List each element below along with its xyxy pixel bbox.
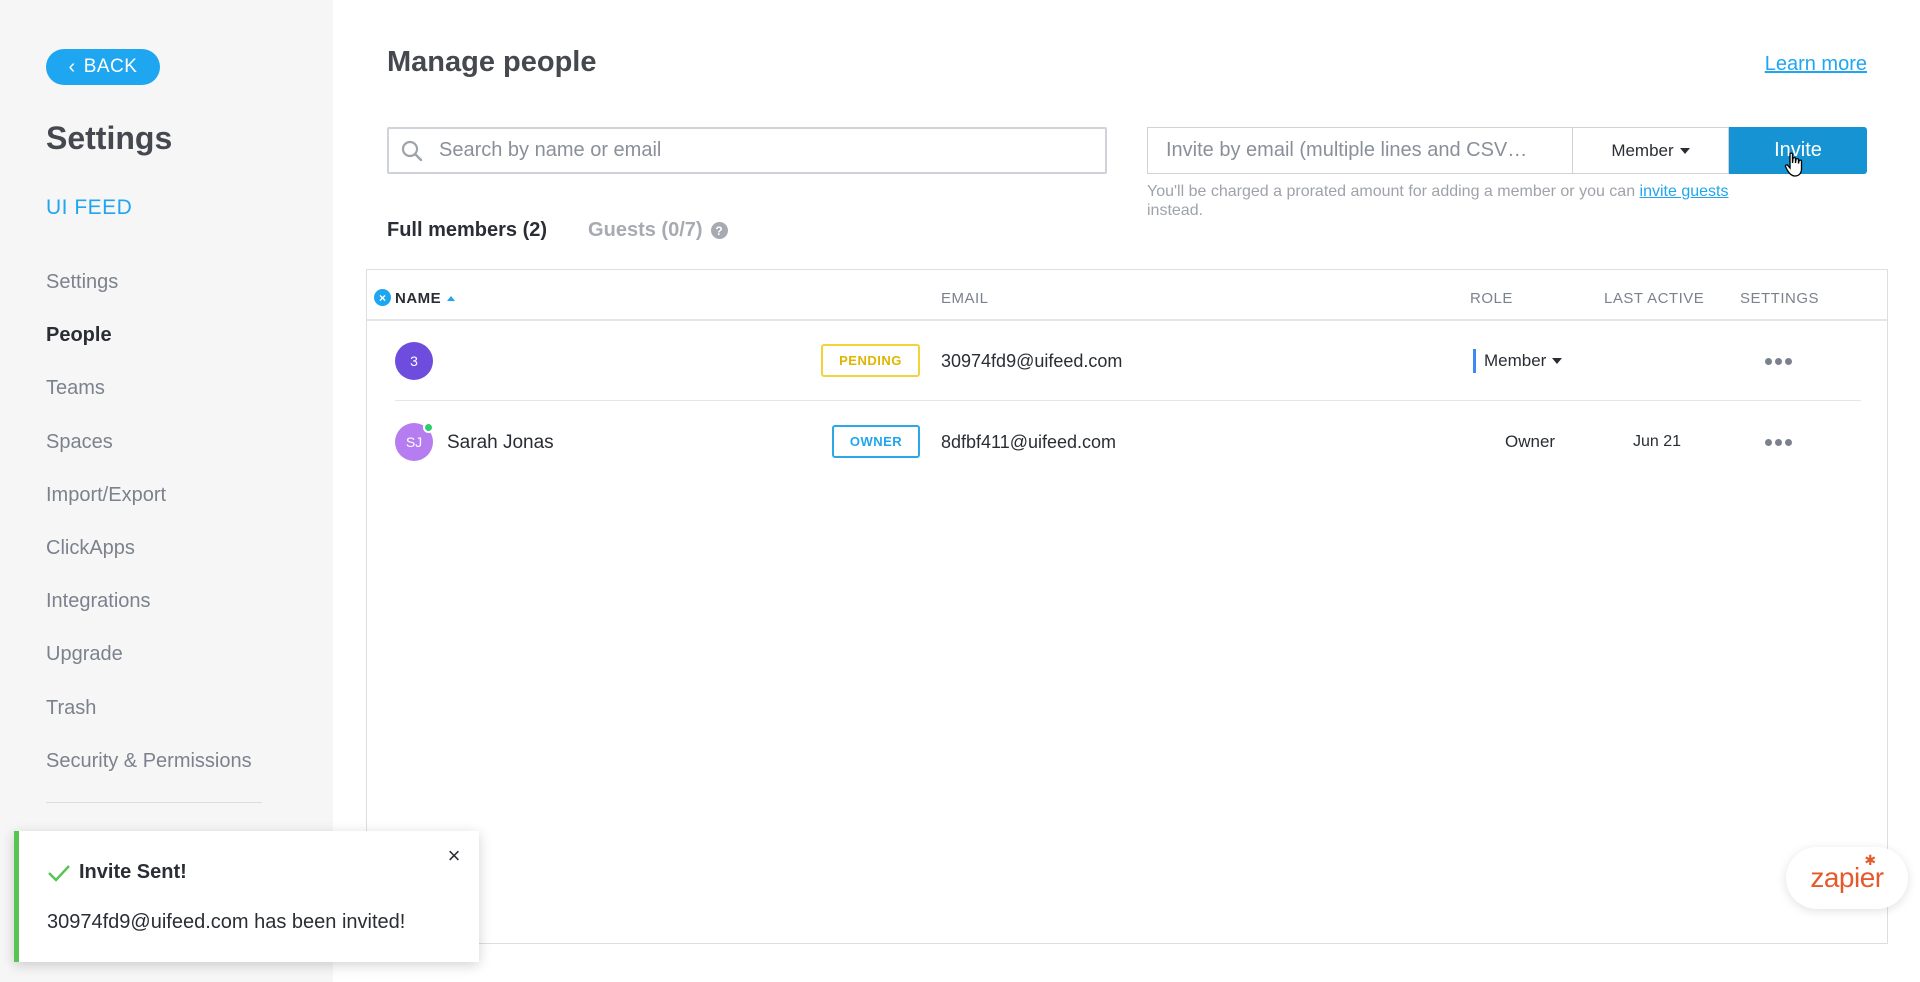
table-header: × NAME EMAIL ROLE LAST ACTIVE SETTINGS [367, 270, 1887, 321]
sidebar-item-settings[interactable]: Settings [46, 256, 252, 309]
sidebar-item-clickapps[interactable]: ClickApps [46, 522, 252, 575]
avatar[interactable]: SJ [395, 422, 434, 461]
role-dropdown[interactable]: Member [1473, 349, 1563, 373]
search-field[interactable] [387, 127, 1107, 174]
charge-note-suffix: instead. [1147, 202, 1204, 219]
search-icon [401, 140, 423, 161]
tab-guests-label: Guests (0/7) [588, 219, 703, 241]
cursor-hand-icon [1784, 152, 1803, 177]
invite-email-input[interactable] [1166, 139, 1554, 162]
member-email: 30974fd9@uifeed.com [941, 351, 1123, 371]
settings-nav: Settings People Teams Spaces Import/Expo… [46, 256, 252, 788]
more-icon[interactable] [1762, 346, 1794, 376]
invite-sent-toast: Invite Sent! 30974fd9@uifeed.com has bee… [14, 831, 479, 962]
invite-role-dropdown[interactable]: Member [1572, 127, 1729, 174]
sidebar-item-security[interactable]: Security & Permissions [46, 735, 252, 788]
invite-email-field[interactable] [1147, 127, 1572, 174]
member-tabs: Full members (2) Guests (0/7) ? [387, 219, 728, 242]
sidebar-item-people[interactable]: People [46, 309, 252, 362]
column-header-name[interactable]: NAME [395, 290, 456, 307]
caret-down-icon [1679, 147, 1690, 154]
invite-guests-link[interactable]: invite guests [1640, 183, 1729, 200]
last-active: Jun 21 [1633, 433, 1682, 450]
online-status-dot [423, 422, 434, 433]
status-badge: PENDING [821, 344, 920, 377]
caret-down-icon [1552, 358, 1563, 364]
charge-note: You'll be charged a prorated amount for … [1147, 182, 1867, 220]
column-header-email[interactable]: EMAIL [941, 290, 989, 307]
clear-sort-icon[interactable]: × [374, 289, 391, 306]
back-button-label: BACK [83, 56, 138, 77]
sidebar-item-integrations[interactable]: Integrations [46, 575, 252, 628]
back-button[interactable]: ‹ BACK [46, 49, 160, 85]
toast-message: 30974fd9@uifeed.com has been invited! [47, 911, 406, 933]
invite-group: Member Invite [1147, 127, 1867, 174]
sidebar-item-upgrade[interactable]: Upgrade [46, 628, 252, 681]
sidebar-item-import-export[interactable]: Import/Export [46, 469, 252, 522]
workspace-name[interactable]: UI FEED [46, 196, 132, 220]
status-badge: OWNER [832, 425, 920, 458]
help-icon[interactable]: ? [710, 222, 728, 239]
tab-full-members-label: Full members (2) [387, 219, 548, 241]
check-icon [48, 864, 70, 882]
person-name: Sarah Jonas [447, 432, 554, 453]
page-title: Manage people [387, 46, 597, 78]
role-label: Owner [1505, 432, 1556, 451]
tab-full-members[interactable]: Full members (2) [387, 219, 547, 242]
member-email: 8dfbf411@uifeed.com [941, 432, 1117, 452]
invite-role-label: Member [1611, 140, 1674, 160]
toast-title-text: Invite Sent! [79, 861, 187, 883]
close-icon[interactable]: × [443, 845, 465, 867]
charge-note-text: You'll be charged a prorated amount for … [1147, 183, 1640, 200]
sidebar-divider [46, 802, 262, 803]
more-icon[interactable] [1762, 427, 1794, 457]
table-row: 3 PENDING 30974fd9@uifeed.com Member [395, 321, 1861, 401]
column-name-label: NAME [395, 290, 442, 307]
column-header-last-active[interactable]: LAST ACTIVE [1604, 290, 1704, 307]
column-header-role[interactable]: ROLE [1470, 290, 1513, 307]
sidebar-title: Settings [46, 120, 173, 156]
column-header-settings: SETTINGS [1740, 290, 1820, 307]
zapier-logo: zapier ✱ [1810, 852, 1884, 894]
sidebar-item-spaces[interactable]: Spaces [46, 416, 252, 469]
zapier-star-icon: ✱ [1864, 852, 1876, 868]
sidebar-item-trash[interactable]: Trash [46, 682, 252, 735]
table-row: SJ Sarah Jonas OWNER 8dfbf411@uifeed.com… [395, 402, 1861, 482]
sidebar-item-teams[interactable]: Teams [46, 362, 252, 415]
learn-more-link[interactable]: Learn more [1765, 53, 1867, 76]
avatar-initials: SJ [405, 434, 423, 450]
zapier-button[interactable]: zapier ✱ [1786, 847, 1908, 909]
sort-up-icon [447, 296, 456, 301]
toast-title: Invite Sent! [47, 861, 187, 884]
tab-guests[interactable]: Guests (0/7) ? [588, 219, 728, 242]
avatar[interactable]: 3 [395, 342, 433, 380]
chevron-left-icon: ‹ [68, 56, 76, 78]
role-label: Member [1484, 351, 1547, 370]
search-input[interactable] [439, 139, 1079, 162]
members-table: × NAME EMAIL ROLE LAST ACTIVE SETTINGS 3… [366, 269, 1888, 944]
